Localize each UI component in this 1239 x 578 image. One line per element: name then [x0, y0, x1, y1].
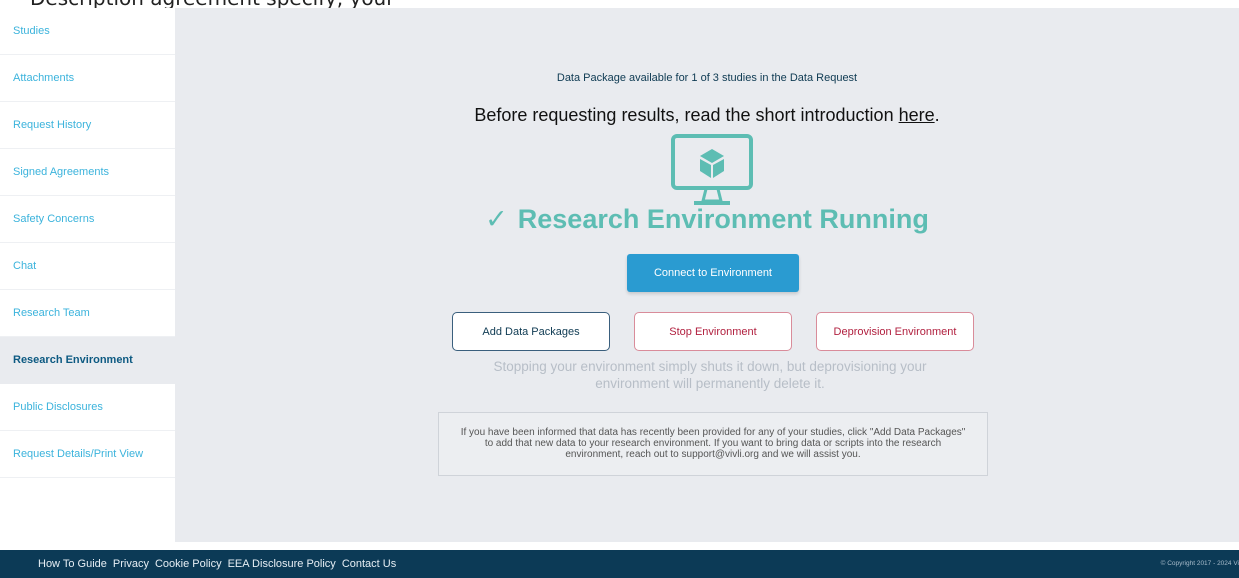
sidebar-item-request-history[interactable]: Request History [0, 102, 175, 149]
intro-text: Before requesting results, read the shor… [175, 105, 1239, 126]
connect-environment-button[interactable]: Connect to Environment [627, 254, 799, 292]
research-environment-panel: Data Package available for 1 of 3 studie… [175, 8, 1239, 542]
intro-suffix: . [934, 105, 940, 125]
intro-link[interactable]: here [899, 105, 935, 125]
sidebar: Studies Attachments Request History Sign… [0, 8, 175, 542]
data-package-status: Data Package available for 1 of 3 studie… [556, 72, 858, 84]
footer-link-contact-us[interactable]: Contact Us [342, 558, 396, 570]
sidebar-item-signed-agreements[interactable]: Signed Agreements [0, 149, 175, 196]
footer-links: How To Guide Privacy Cookie Policy EEA D… [0, 558, 396, 570]
sidebar-item-studies[interactable]: Studies [0, 8, 175, 55]
add-data-packages-button[interactable]: Add Data Packages [452, 312, 610, 351]
footer: How To Guide Privacy Cookie Policy EEA D… [0, 550, 1239, 578]
sidebar-item-safety-concerns[interactable]: Safety Concerns [0, 196, 175, 243]
sidebar-item-research-environment[interactable]: Research Environment [0, 337, 175, 384]
sidebar-item-chat[interactable]: Chat [0, 243, 175, 290]
footer-link-eea-disclosure[interactable]: EEA Disclosure Policy [228, 558, 336, 570]
footer-link-privacy[interactable]: Privacy [113, 558, 149, 570]
environment-status: ✓ Research Environment Running [175, 204, 1239, 235]
stop-environment-button[interactable]: Stop Environment [634, 312, 792, 351]
sidebar-item-public-disclosures[interactable]: Public Disclosures [0, 384, 175, 431]
deprovision-note: Stopping your environment simply shuts i… [493, 359, 927, 391]
sidebar-item-research-team[interactable]: Research Team [0, 290, 175, 337]
deprovision-environment-button[interactable]: Deprovision Environment [816, 312, 974, 351]
sidebar-item-request-details[interactable]: Request Details/Print View [0, 431, 175, 478]
add-data-info-box: If you have been informed that data has … [438, 412, 988, 476]
add-data-info-text: If you have been informed that data has … [460, 427, 966, 460]
top-cut-text-strip: Description agreement specify, your [0, 0, 1239, 8]
intro-prefix: Before requesting results, read the shor… [474, 105, 899, 125]
copyright-text: © Copyright 2017 - 2024 Vi [1160, 560, 1239, 567]
environment-status-text: Research Environment Running [517, 204, 929, 234]
footer-link-cookie-policy[interactable]: Cookie Policy [155, 558, 222, 570]
footer-spacer [0, 542, 1239, 550]
footer-link-how-to-guide[interactable]: How To Guide [38, 558, 107, 570]
checkmark-icon: ✓ [485, 204, 508, 234]
sidebar-item-attachments[interactable]: Attachments [0, 55, 175, 102]
top-cut-text: Description agreement specify, your [30, 0, 394, 8]
